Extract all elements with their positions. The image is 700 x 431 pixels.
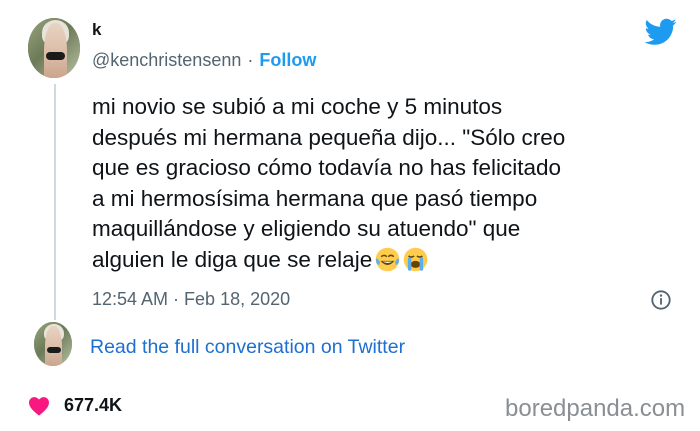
like-row: 677.4K	[28, 395, 122, 416]
separator-dot: ·	[247, 50, 254, 70]
author-handle[interactable]: @kenchristensenn	[92, 50, 241, 70]
tweet-body: mi novio se subió a mi coche y 5 minutos…	[92, 94, 566, 272]
twitter-bird-icon[interactable]	[645, 18, 677, 46]
thread-avatar[interactable]	[34, 322, 72, 366]
face-with-tears-of-joy-icon	[375, 247, 400, 271]
source-watermark: boredpanda.com	[505, 395, 686, 422]
author-handle-row: @kenchristensenn · Follow	[92, 50, 316, 71]
follow-button[interactable]: Follow	[259, 50, 316, 70]
info-icon[interactable]	[650, 289, 672, 311]
thread-connector-line	[54, 84, 56, 320]
author-name[interactable]: k	[92, 20, 101, 40]
read-full-conversation-link[interactable]: Read the full conversation on Twitter	[90, 336, 405, 359]
tweet-text: mi novio se subió a mi coche y 5 minutos…	[92, 92, 652, 275]
heart-icon[interactable]	[28, 396, 50, 416]
like-count[interactable]: 677.4K	[64, 395, 122, 416]
loudly-crying-face-icon	[403, 247, 428, 271]
tweet-timestamp[interactable]: 12:54 AM · Feb 18, 2020	[92, 289, 290, 310]
author-avatar[interactable]	[28, 18, 80, 78]
